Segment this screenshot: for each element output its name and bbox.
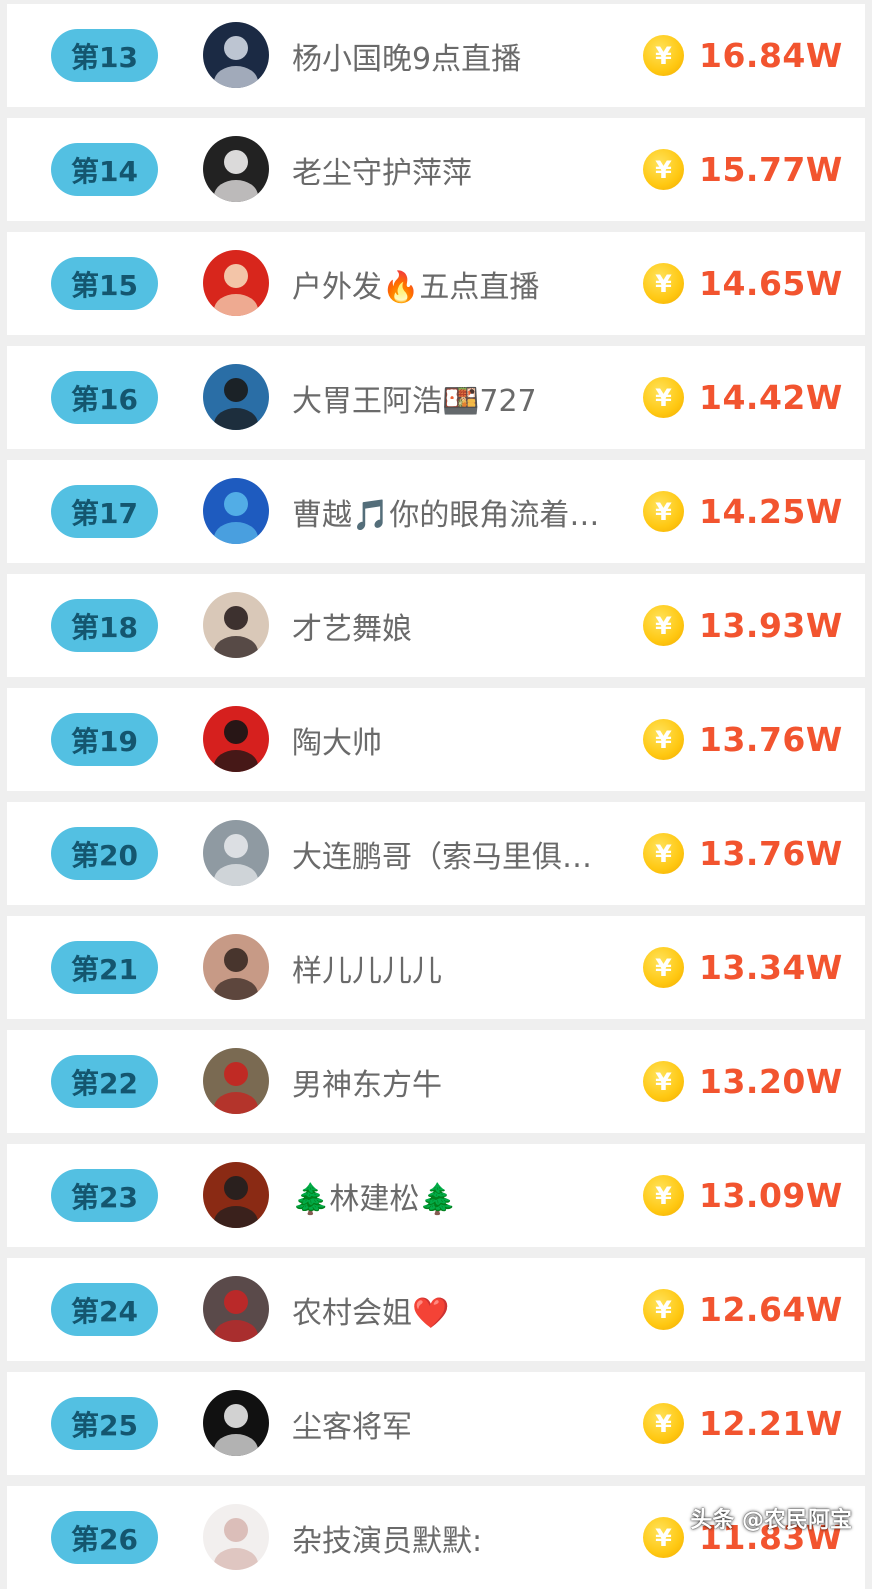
coin-icon: ¥ <box>643 947 684 988</box>
ranking-row[interactable]: 第14 老尘守护萍萍 ¥15.77W <box>7 118 865 221</box>
user-avatar[interactable] <box>203 1162 269 1228</box>
coin-icon: ¥ <box>643 377 684 418</box>
rank-badge: 第13 <box>51 29 158 82</box>
user-avatar[interactable] <box>203 364 269 430</box>
gift-amount: 16.84W <box>699 36 843 75</box>
user-name: 陶大帅 <box>292 725 382 761</box>
rank-badge: 第18 <box>51 599 158 652</box>
rank-badge: 第26 <box>51 1511 158 1564</box>
coin-icon: ¥ <box>643 35 684 76</box>
ranking-row[interactable]: 第23 🌲林建松🌲 ¥13.09W <box>7 1144 865 1247</box>
rank-badge: 第19 <box>51 713 158 766</box>
ranking-row[interactable]: 第17 曹越🎵你的眼角流着… ¥14.25W <box>7 460 865 563</box>
user-avatar[interactable] <box>203 478 269 544</box>
gift-amount: 12.21W <box>699 1404 843 1443</box>
user-avatar[interactable] <box>203 1276 269 1342</box>
rank-badge: 第15 <box>51 257 158 310</box>
ranking-row[interactable]: 第21 样儿儿儿儿 ¥13.34W <box>7 916 865 1019</box>
gift-amount: 15.77W <box>699 150 843 189</box>
ranking-row[interactable]: 第18 才艺舞娘 ¥13.93W <box>7 574 865 677</box>
rank-badge: 第23 <box>51 1169 158 1222</box>
coin-icon: ¥ <box>643 1175 684 1216</box>
gift-amount: 13.20W <box>699 1062 843 1101</box>
ranking-row[interactable]: 第19 陶大帅 ¥13.76W <box>7 688 865 791</box>
rank-badge: 第20 <box>51 827 158 880</box>
user-name: 才艺舞娘 <box>292 611 412 647</box>
coin-icon: ¥ <box>643 149 684 190</box>
coin-icon: ¥ <box>643 491 684 532</box>
watermark-text: 头条 @农民阿宝 <box>690 1508 852 1533</box>
ranking-row[interactable]: 第15 户外发🔥五点直播 ¥14.65W <box>7 232 865 335</box>
user-name: 户外发🔥五点直播 <box>292 269 540 305</box>
rank-badge: 第14 <box>51 143 158 196</box>
coin-icon: ¥ <box>643 605 684 646</box>
rank-badge: 第22 <box>51 1055 158 1108</box>
user-name: 🌲林建松🌲 <box>292 1181 457 1217</box>
gift-amount: 13.09W <box>699 1176 843 1215</box>
ranking-row[interactable]: 第16 大胃王阿浩🍱727 ¥14.42W <box>7 346 865 449</box>
gift-amount: 14.65W <box>699 264 843 303</box>
user-name: 老尘守护萍萍 <box>292 155 472 191</box>
coin-icon: ¥ <box>643 719 684 760</box>
coin-icon: ¥ <box>643 833 684 874</box>
gift-amount: 13.76W <box>699 834 843 873</box>
user-avatar[interactable] <box>203 1504 269 1570</box>
user-avatar[interactable] <box>203 820 269 886</box>
user-avatar[interactable] <box>203 1048 269 1114</box>
user-name: 农村会姐❤️ <box>292 1295 450 1331</box>
gift-amount: 14.42W <box>699 378 843 417</box>
ranking-row[interactable]: 第20 大连鹏哥（索马里俱… ¥13.76W <box>7 802 865 905</box>
user-name: 尘客将军 <box>292 1409 412 1445</box>
gift-amount: 12.64W <box>699 1290 843 1329</box>
rank-badge: 第25 <box>51 1397 158 1450</box>
gift-amount: 13.93W <box>699 606 843 645</box>
ranking-row[interactable]: 第25 尘客将军 ¥12.21W <box>7 1372 865 1475</box>
rank-badge: 第24 <box>51 1283 158 1336</box>
coin-icon: ¥ <box>643 1061 684 1102</box>
user-avatar[interactable] <box>203 934 269 1000</box>
gift-amount: 14.25W <box>699 492 843 531</box>
user-avatar[interactable] <box>203 22 269 88</box>
user-avatar[interactable] <box>203 136 269 202</box>
ranking-row[interactable]: 第22 男神东方牛 ¥13.20W <box>7 1030 865 1133</box>
user-name: 男神东方牛 <box>292 1067 442 1103</box>
coin-icon: ¥ <box>643 263 684 304</box>
user-avatar[interactable] <box>203 706 269 772</box>
user-name: 杂技演员默默: <box>292 1523 483 1559</box>
rank-badge: 第16 <box>51 371 158 424</box>
gift-amount: 13.34W <box>699 948 843 987</box>
user-avatar[interactable] <box>203 250 269 316</box>
rank-badge: 第21 <box>51 941 158 994</box>
gift-amount: 13.76W <box>699 720 843 759</box>
user-name: 曹越🎵你的眼角流着… <box>292 497 600 533</box>
user-name: 样儿儿儿儿 <box>292 953 442 989</box>
rank-badge: 第17 <box>51 485 158 538</box>
user-avatar[interactable] <box>203 1390 269 1456</box>
user-name: 大连鹏哥（索马里俱… <box>292 839 592 875</box>
user-avatar[interactable] <box>203 592 269 658</box>
user-name: 大胃王阿浩🍱727 <box>292 383 537 419</box>
user-name: 杨小国晚9点直播 <box>292 41 522 77</box>
coin-icon: ¥ <box>643 1403 684 1444</box>
ranking-row[interactable]: 第13 杨小国晚9点直播 ¥16.84W <box>7 4 865 107</box>
coin-icon: ¥ <box>643 1289 684 1330</box>
ranking-row[interactable]: 第24 农村会姐❤️ ¥12.64W <box>7 1258 865 1361</box>
